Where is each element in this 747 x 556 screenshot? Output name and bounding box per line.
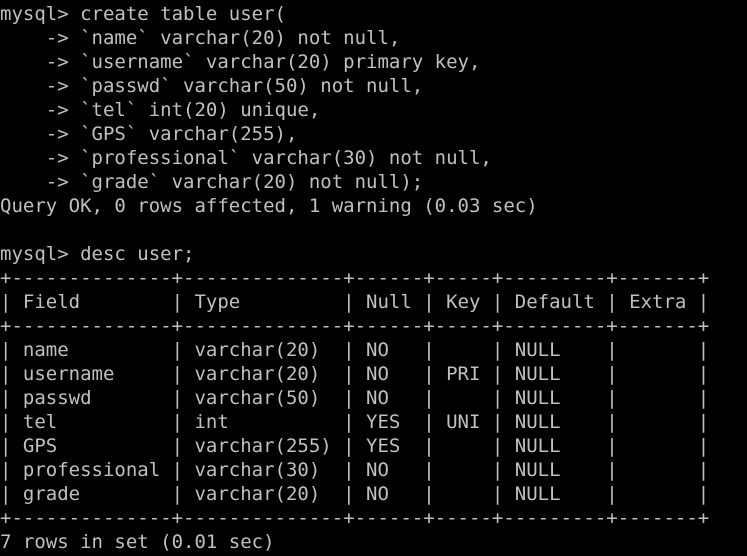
table-row: | name | varchar(20) | NO | | NULL | | (0, 339, 710, 361)
continuation-line-professional: -> `professional` varchar(30) not null, (0, 147, 492, 169)
table-row: | GPS | varchar(255) | YES | | NULL | | (0, 435, 710, 457)
table-row: | professional | varchar(30) | NO | | NU… (0, 459, 710, 481)
continuation-line-passwd: -> `passwd` varchar(50) not null, (0, 75, 424, 97)
continuation-line-tel: -> `tel` int(20) unique, (0, 99, 321, 121)
table-border-bottom: +--------------+--------------+------+--… (0, 507, 710, 529)
table-row: | passwd | varchar(50) | NO | | NULL | | (0, 387, 710, 409)
table-header-row: | Field | Type | Null | Key | Default | … (0, 291, 710, 313)
terminal-window[interactable]: mysql> create table user( -> `name` varc… (0, 0, 747, 556)
continuation-line-gps: -> `GPS` varchar(255), (0, 123, 298, 145)
table-border-top: +--------------+--------------+------+--… (0, 267, 710, 289)
table-row: | username | varchar(20) | NO | PRI | NU… (0, 363, 710, 385)
table-row: | tel | int | YES | UNI | NULL | | (0, 411, 710, 433)
rows-in-set-message: 7 rows in set (0.01 sec) (0, 531, 275, 553)
prompt-create-table: mysql> create table user( (0, 3, 286, 25)
prompt-desc-user: mysql> desc user; (0, 243, 195, 265)
query-ok-message: Query OK, 0 rows affected, 1 warning (0.… (0, 195, 538, 217)
continuation-line-username: -> `username` varchar(20) primary key, (0, 51, 481, 73)
table-row: | grade | varchar(20) | NO | | NULL | | (0, 483, 710, 505)
continuation-line-name: -> `name` varchar(20) not null, (0, 27, 401, 49)
table-border-header: +--------------+--------------+------+--… (0, 315, 710, 337)
continuation-line-grade: -> `grade` varchar(20) not null); (0, 171, 424, 193)
